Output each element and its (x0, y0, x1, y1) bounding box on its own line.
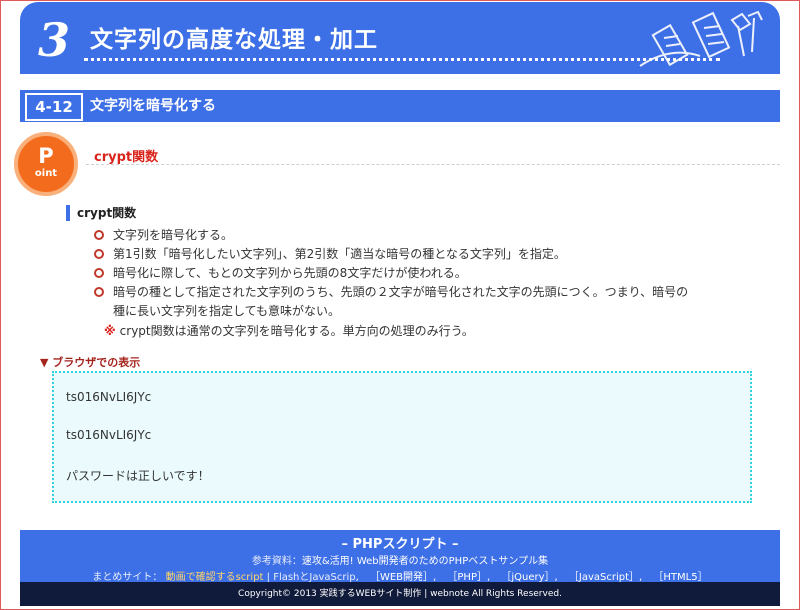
list-item-text: 第1引数「暗号化したい文字列」、第2引数「適当な暗号の種となる文字列」を指定。 (113, 247, 566, 261)
point-badge-subtext: oint (34, 168, 58, 179)
point-title: crypt関数 (94, 150, 159, 165)
copyright-bar: Copyright© 2013 実践するWEBサイト制作 | webnote A… (20, 582, 780, 606)
point-divider (86, 164, 780, 165)
footer-reference: 参考資料：速攻&活用! Web開発者のためのPHPベストサンプル集 (20, 552, 780, 567)
chapter-decoration-icon (639, 10, 763, 67)
list-item-text-continued: 種に長い文字列を指定しても意味がない。 (113, 304, 341, 318)
bullet-icon (94, 268, 104, 278)
output-line: ts016NvLI6JYc (66, 428, 152, 442)
chapter-number: 3 (37, 13, 70, 67)
output-line: パスワードは正しいです！ (66, 469, 210, 483)
footer-reference-link[interactable]: 速攻&活用! Web開発者のためのPHPベストサンプル集 (302, 556, 548, 567)
list-item: 暗号の種として指定された文字列のうち、先頭の２文字が暗号化された文字の先頭につく… (94, 283, 734, 321)
chapter-header: 3 文字列の高度な処理・加工 (20, 2, 780, 74)
list-item-text: 暗号の種として指定された文字列のうち、先頭の２文字が暗号化された文字の先頭につく… (113, 285, 689, 299)
bullet-icon (94, 249, 104, 259)
bullet-icon (94, 230, 104, 240)
footer-reference-label: 参考資料： (251, 556, 302, 567)
chapter-title: 文字列の高度な処理・加工 (90, 27, 378, 53)
bullet-list: 文字列を暗号化する。 第1引数「暗号化したい文字列」、第2引数「適当な暗号の種と… (94, 226, 734, 321)
bullet-icon (94, 287, 104, 297)
list-item: 暗号化に際して、もとの文字列から先頭の8文字だけが使われる。 (94, 264, 734, 283)
output-line: ts016NvLI6JYc (66, 390, 152, 404)
list-item: 第1引数「暗号化したい文字列」、第2引数「適当な暗号の種となる文字列」を指定。 (94, 245, 734, 264)
list-item-text: 暗号化に際して、もとの文字列から先頭の8文字だけが使われる。 (113, 266, 467, 280)
list-item-text: 文字列を暗号化する。 (113, 228, 234, 242)
note-text: crypt関数は通常の文字列を暗号化する。単方向の処理のみ行う。 (119, 324, 474, 338)
content-heading: crypt関数 (66, 205, 136, 221)
section-header: 4-12 文字列を暗号化する (20, 90, 780, 122)
browser-output-box: ts016NvLI6JYc ts016NvLI6JYc パスワードは正しいです！ (52, 371, 752, 503)
point-badge-letter: P (38, 144, 54, 168)
note: ※ crypt関数は通常の文字列を暗号化する。単方向の処理のみ行う。 (104, 323, 474, 339)
browser-output-label: ▼ ブラウザでの表示 (40, 356, 141, 369)
footer-sites: まとめサイト： 動画で確認するscript | FlashとJavaScrip,… (92, 572, 708, 583)
section-title: 文字列を暗号化する (90, 98, 216, 114)
note-mark-icon: ※ (104, 324, 116, 338)
footer: – PHPスクリプト – 参考資料：速攻&活用! Web開発者のためのPHPベス… (20, 530, 780, 583)
section-number: 4-12 (25, 93, 83, 121)
list-item: 文字列を暗号化する。 (94, 226, 734, 245)
footer-heading: – PHPスクリプト – (341, 537, 459, 552)
point-badge: P oint (14, 132, 78, 196)
